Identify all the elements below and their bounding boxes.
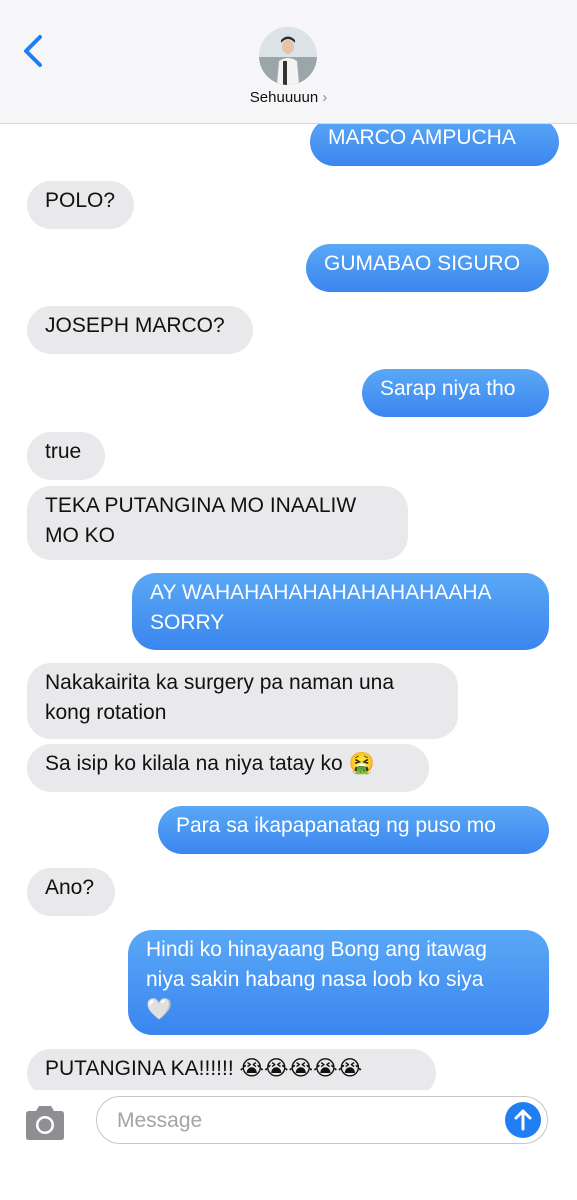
message-bubble-sent[interactable]: MARCO AMPUCHA <box>310 124 559 166</box>
message-composer <box>0 1090 577 1200</box>
send-button[interactable] <box>505 1102 541 1138</box>
chevron-right-icon: › <box>322 89 328 106</box>
contact-name-row[interactable]: Sehuuuun › <box>0 89 577 106</box>
camera-icon[interactable] <box>22 1104 68 1142</box>
send-arrow-icon <box>514 1109 532 1131</box>
message-bubble-received[interactable]: Sa isip ko kilala na niya tatay ko 🤮 <box>27 744 429 792</box>
contact-photo-icon <box>259 27 317 85</box>
message-input[interactable] <box>115 1097 499 1145</box>
message-bubble-received[interactable]: PUTANGINA KA!!!!!! 😭😭😭😭😭 <box>27 1049 436 1090</box>
message-bubble-sent[interactable]: Hindi ko hinayaang Bong ang itawag niya … <box>128 930 549 1035</box>
message-bubble-received[interactable]: Ano? <box>27 868 115 916</box>
avatar[interactable] <box>259 27 317 85</box>
message-bubble-received[interactable]: true <box>27 432 105 480</box>
message-bubble-sent[interactable]: GUMABAO SIGURO <box>306 244 549 292</box>
message-bubble-sent[interactable]: Sarap niya tho <box>362 369 549 417</box>
message-bubble-received[interactable]: POLO? <box>27 181 134 229</box>
message-bubble-received[interactable]: JOSEPH MARCO? <box>27 306 253 354</box>
message-bubble-sent[interactable]: Para sa ikapapanatag ng puso mo <box>158 806 549 854</box>
contact-name[interactable]: Sehuuuun <box>250 89 318 106</box>
message-bubble-received[interactable]: TEKA PUTANGINA MO INAALIW MO KO <box>27 486 408 560</box>
message-bubble-sent[interactable]: AY WAHAHAHAHAHAHAHAHAAHA SORRY <box>132 573 549 650</box>
chevron-left-icon[interactable] <box>20 34 46 68</box>
message-bubble-received[interactable]: Nakakairita ka surgery pa naman una kong… <box>27 663 458 739</box>
conversation-header: Sehuuuun › <box>0 0 577 124</box>
message-field[interactable] <box>96 1096 548 1145</box>
message-thread: MARCO AMPUCHA POLO? GUMABAO SIGURO JOSEP… <box>0 124 577 1090</box>
